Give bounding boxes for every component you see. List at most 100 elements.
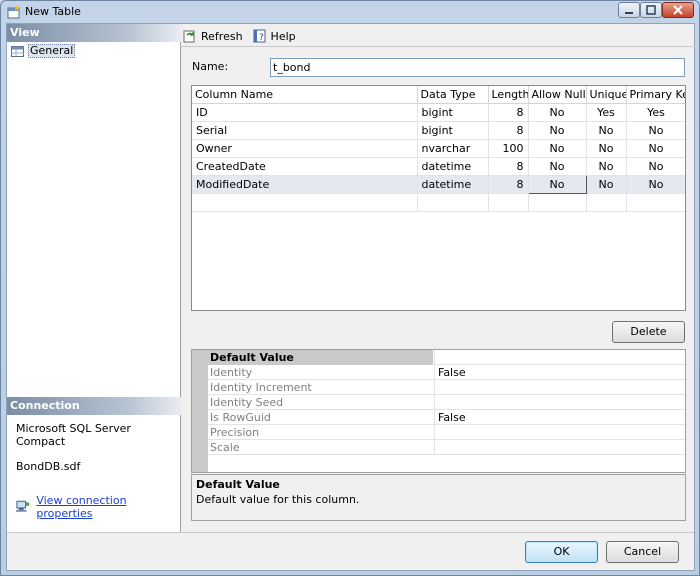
data-type-cell[interactable]: bigint <box>417 103 489 122</box>
unique-cell[interactable]: No <box>586 175 627 194</box>
column-properties-grid: Default Value Identity False Identity In… <box>191 349 686 473</box>
column-header[interactable]: Length <box>488 86 529 104</box>
unique-cell[interactable]: No <box>586 157 627 176</box>
ok-label: OK <box>553 545 570 558</box>
allow-nulls-cell[interactable]: No <box>528 157 587 176</box>
maximize-button[interactable] <box>640 2 662 18</box>
new-table-dialog: New Table View General Connection Micros… <box>0 0 700 576</box>
column-name-cell[interactable]: Owner <box>192 139 418 158</box>
table-row[interactable]: Owner nvarchar 100 No No No <box>192 139 685 158</box>
primary-key-cell[interactable]: No <box>626 157 685 176</box>
unique-cell[interactable]: No <box>586 139 627 158</box>
toolbar: Refresh ? Help <box>183 26 296 46</box>
empty-cell[interactable] <box>528 193 587 212</box>
length-cell[interactable]: 8 <box>488 103 529 122</box>
table-row[interactable]: Serial bigint 8 No No No <box>192 121 685 140</box>
property-value[interactable]: False <box>434 410 685 425</box>
property-value[interactable] <box>434 350 685 365</box>
primary-key-cell[interactable]: No <box>626 139 685 158</box>
unique-cell[interactable]: Yes <box>586 103 627 122</box>
table-name-input[interactable] <box>270 58 685 77</box>
new-row[interactable] <box>192 193 685 212</box>
column-name-cell[interactable]: CreatedDate <box>192 157 418 176</box>
empty-cell[interactable] <box>626 193 685 212</box>
property-row[interactable]: Precision <box>208 425 685 440</box>
footer-divider <box>7 532 694 533</box>
connection-section-header: Connection <box>7 397 181 415</box>
empty-cell[interactable] <box>488 193 529 212</box>
property-value[interactable] <box>434 395 685 410</box>
allow-nulls-cell-active[interactable]: No <box>527 174 587 194</box>
data-type-cell[interactable]: nvarchar <box>417 139 489 158</box>
minimize-button[interactable] <box>618 2 640 18</box>
minimize-icon <box>625 12 633 14</box>
unique-cell[interactable]: No <box>586 121 627 140</box>
property-name: Default Value <box>208 350 433 365</box>
description-title: Default Value <box>196 478 280 491</box>
data-type-cell[interactable]: datetime <box>417 157 489 176</box>
columns-table: Column Name Data Type Length Allow Nulls… <box>192 86 685 212</box>
column-header[interactable]: Primary Key <box>626 86 685 104</box>
refresh-button[interactable]: Refresh <box>183 29 243 43</box>
data-type-cell[interactable]: bigint <box>417 121 489 140</box>
allow-nulls-cell[interactable]: No <box>528 121 587 140</box>
grid-header-row: Column Name Data Type Length Allow Nulls… <box>192 86 685 104</box>
property-row[interactable]: Identity Increment <box>208 380 685 395</box>
column-name-cell[interactable]: Serial <box>192 121 418 140</box>
property-value[interactable] <box>434 440 685 455</box>
primary-key-cell[interactable]: No <box>626 175 685 194</box>
empty-cell[interactable] <box>586 193 627 212</box>
help-icon: ? <box>253 29 266 43</box>
view-connection-properties-link[interactable]: View connection properties <box>15 494 180 520</box>
help-button[interactable]: ? Help <box>253 29 296 43</box>
property-description-panel: Default Value Default value for this col… <box>191 474 686 521</box>
data-type-cell[interactable]: datetime <box>417 175 489 194</box>
table-row-selected[interactable]: ModifiedDate datetime 8 No No No <box>192 174 685 194</box>
allow-nulls-cell[interactable]: No <box>528 139 587 158</box>
nav-item-general[interactable]: General <box>11 44 76 58</box>
property-name: Scale <box>210 441 240 454</box>
allow-nulls-cell[interactable]: No <box>528 103 587 122</box>
help-label: Help <box>270 29 296 43</box>
connection-icon <box>15 500 30 512</box>
property-value[interactable] <box>434 425 685 440</box>
primary-key-cell[interactable]: Yes <box>626 103 685 122</box>
close-button[interactable] <box>662 2 694 18</box>
left-pane: View General Connection Microsoft SQL Se… <box>7 24 181 532</box>
connection-link-label[interactable]: View connection properties <box>36 494 180 520</box>
property-value[interactable]: False <box>434 365 685 380</box>
property-row[interactable]: Scale <box>208 440 685 455</box>
length-cell[interactable]: 8 <box>488 175 529 194</box>
new-table-icon <box>7 5 20 19</box>
description-text: Default value for this column. <box>196 493 360 506</box>
length-cell[interactable]: 8 <box>488 157 529 176</box>
column-header[interactable]: Column Name <box>192 86 418 104</box>
cancel-button[interactable]: Cancel <box>606 541 679 563</box>
property-row[interactable]: Identity False <box>208 365 685 380</box>
column-header[interactable]: Allow Nulls <box>528 86 587 104</box>
maximize-icon <box>646 5 656 15</box>
length-cell[interactable]: 100 <box>488 139 529 158</box>
property-row[interactable]: Identity Seed <box>208 395 685 410</box>
column-header[interactable]: Unique <box>586 86 627 104</box>
column-name-cell[interactable]: ID <box>192 103 418 122</box>
property-name: Identity <box>210 366 253 379</box>
column-header[interactable]: Data Type <box>417 86 489 104</box>
primary-key-cell[interactable]: No <box>626 121 685 140</box>
column-name-cell[interactable]: ModifiedDate <box>192 175 418 194</box>
delete-button[interactable]: Delete <box>612 321 685 343</box>
columns-grid[interactable]: Column Name Data Type Length Allow Nulls… <box>191 85 686 311</box>
property-row[interactable]: Is RowGuid False <box>208 410 685 425</box>
toolbar-divider <box>181 46 696 47</box>
database-file: BondDB.sdf <box>16 460 81 473</box>
length-cell[interactable]: 8 <box>488 121 529 140</box>
property-row-default-value[interactable]: Default Value <box>208 350 685 365</box>
name-label: Name: <box>192 60 229 73</box>
ok-button[interactable]: OK <box>525 541 598 563</box>
empty-cell[interactable] <box>417 193 489 212</box>
table-row[interactable]: ID bigint 8 No Yes Yes <box>192 103 685 122</box>
dialog-body: View General Connection Microsoft SQL Se… <box>6 23 696 571</box>
empty-cell[interactable] <box>192 193 418 212</box>
table-row[interactable]: CreatedDate datetime 8 No No No <box>192 157 685 176</box>
property-value[interactable] <box>434 380 685 395</box>
